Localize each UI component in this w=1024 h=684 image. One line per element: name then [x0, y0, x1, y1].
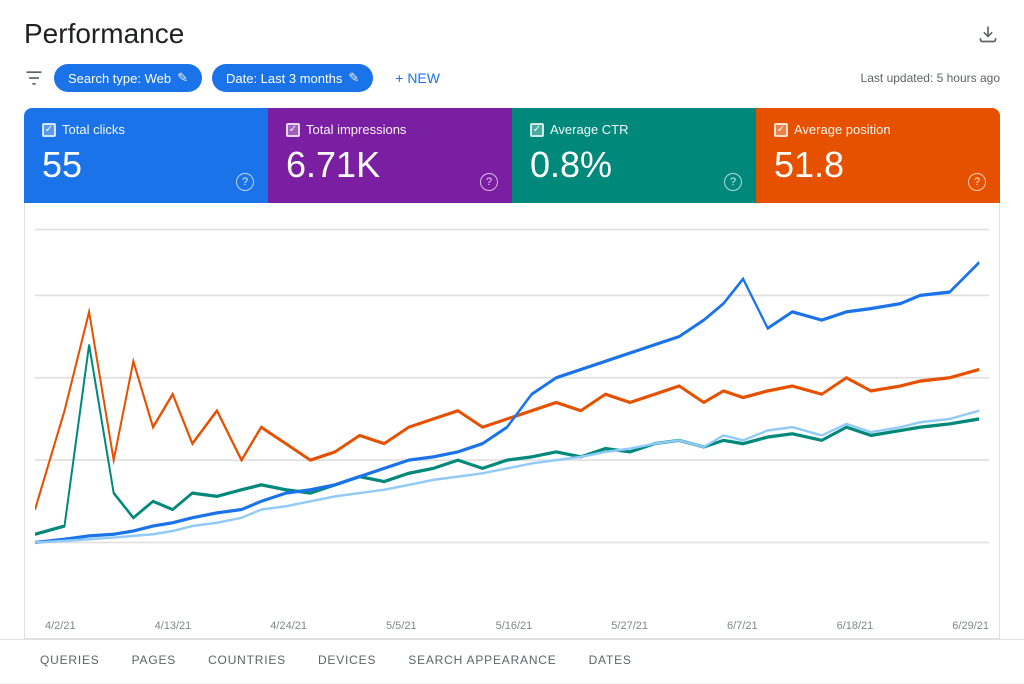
ctr-line — [35, 344, 979, 533]
x-label-1: 4/13/21 — [155, 620, 192, 632]
x-label-3: 5/5/21 — [386, 620, 417, 632]
x-label-4: 5/16/21 — [496, 620, 533, 632]
help-icon-ctr[interactable]: ? — [724, 173, 742, 191]
metric-value-position: 51.8 — [774, 145, 982, 185]
header-right — [976, 22, 1000, 46]
x-label-2: 4/24/21 — [270, 620, 307, 632]
checkbox-ctr: ✓ — [530, 123, 544, 137]
tab-devices[interactable]: DEVICES — [302, 640, 392, 684]
filter-icon[interactable] — [24, 68, 44, 88]
metric-value-ctr: 0.8% — [530, 145, 738, 185]
page-title: Performance — [24, 18, 184, 50]
header: Performance — [0, 0, 1024, 56]
x-label-0: 4/2/21 — [45, 620, 76, 632]
help-icon-clicks[interactable]: ? — [236, 173, 254, 191]
edit-icon: ✎ — [177, 70, 188, 86]
x-label-5: 5/27/21 — [611, 620, 648, 632]
new-button[interactable]: + NEW — [383, 64, 452, 92]
date-label: Date: Last 3 months — [226, 71, 342, 86]
x-label-6: 6/7/21 — [727, 620, 758, 632]
download-icon[interactable] — [976, 22, 1000, 46]
tab-pages[interactable]: PAGES — [116, 640, 192, 684]
new-button-label: + NEW — [395, 70, 440, 86]
tab-countries[interactable]: COUNTRIES — [192, 640, 302, 684]
metric-label-position: Average position — [794, 122, 891, 137]
metric-card-ctr[interactable]: ✓ Average CTR 0.8% ? — [512, 108, 756, 203]
edit-date-icon: ✎ — [348, 70, 359, 86]
tab-search-appearance[interactable]: SEARCH APPEARANCE — [392, 640, 572, 684]
performance-chart — [35, 213, 989, 608]
metric-label-ctr: Average CTR — [550, 122, 629, 137]
metric-header-position: ✓ Average position — [774, 122, 982, 137]
page-wrapper: Performance Search type: Web ✎ Date: Las… — [0, 0, 1024, 683]
metric-header-impressions: ✓ Total impressions — [286, 122, 494, 137]
checkbox-position: ✓ — [774, 123, 788, 137]
bottom-tabs: QUERIES PAGES COUNTRIES DEVICES SEARCH A… — [0, 639, 1024, 683]
search-type-label: Search type: Web — [68, 71, 171, 86]
tab-dates[interactable]: DATES — [573, 640, 648, 684]
date-chip[interactable]: Date: Last 3 months ✎ — [212, 64, 373, 92]
x-label-7: 6/18/21 — [837, 620, 874, 632]
metric-header-clicks: ✓ Total clicks — [42, 122, 250, 137]
checkbox-impressions: ✓ — [286, 123, 300, 137]
tab-queries[interactable]: QUERIES — [24, 640, 116, 684]
metric-header-ctr: ✓ Average CTR — [530, 122, 738, 137]
metric-label-impressions: Total impressions — [306, 122, 406, 137]
metric-label-clicks: Total clicks — [62, 122, 125, 137]
x-axis-labels: 4/2/21 4/13/21 4/24/21 5/5/21 5/16/21 5/… — [45, 620, 989, 632]
metric-card-position[interactable]: ✓ Average position 51.8 ? — [756, 108, 1000, 203]
metric-card-impressions[interactable]: ✓ Total impressions 6.71K ? — [268, 108, 512, 203]
checkbox-clicks: ✓ — [42, 123, 56, 137]
metric-value-clicks: 55 — [42, 145, 250, 185]
metric-value-impressions: 6.71K — [286, 145, 494, 185]
search-type-chip[interactable]: Search type: Web ✎ — [54, 64, 202, 92]
metric-card-clicks[interactable]: ✓ Total clicks 55 ? — [24, 108, 268, 203]
toolbar: Search type: Web ✎ Date: Last 3 months ✎… — [0, 56, 1024, 104]
clicks-line — [35, 311, 979, 509]
help-icon-position[interactable]: ? — [968, 173, 986, 191]
last-updated-text: Last updated: 5 hours ago — [861, 71, 1000, 85]
metric-cards: ✓ Total clicks 55 ? ✓ Total impressions … — [24, 108, 1000, 203]
chart-area: 4/2/21 4/13/21 4/24/21 5/5/21 5/16/21 5/… — [24, 203, 1000, 639]
help-icon-impressions[interactable]: ? — [480, 173, 498, 191]
x-label-8: 6/29/21 — [952, 620, 989, 632]
